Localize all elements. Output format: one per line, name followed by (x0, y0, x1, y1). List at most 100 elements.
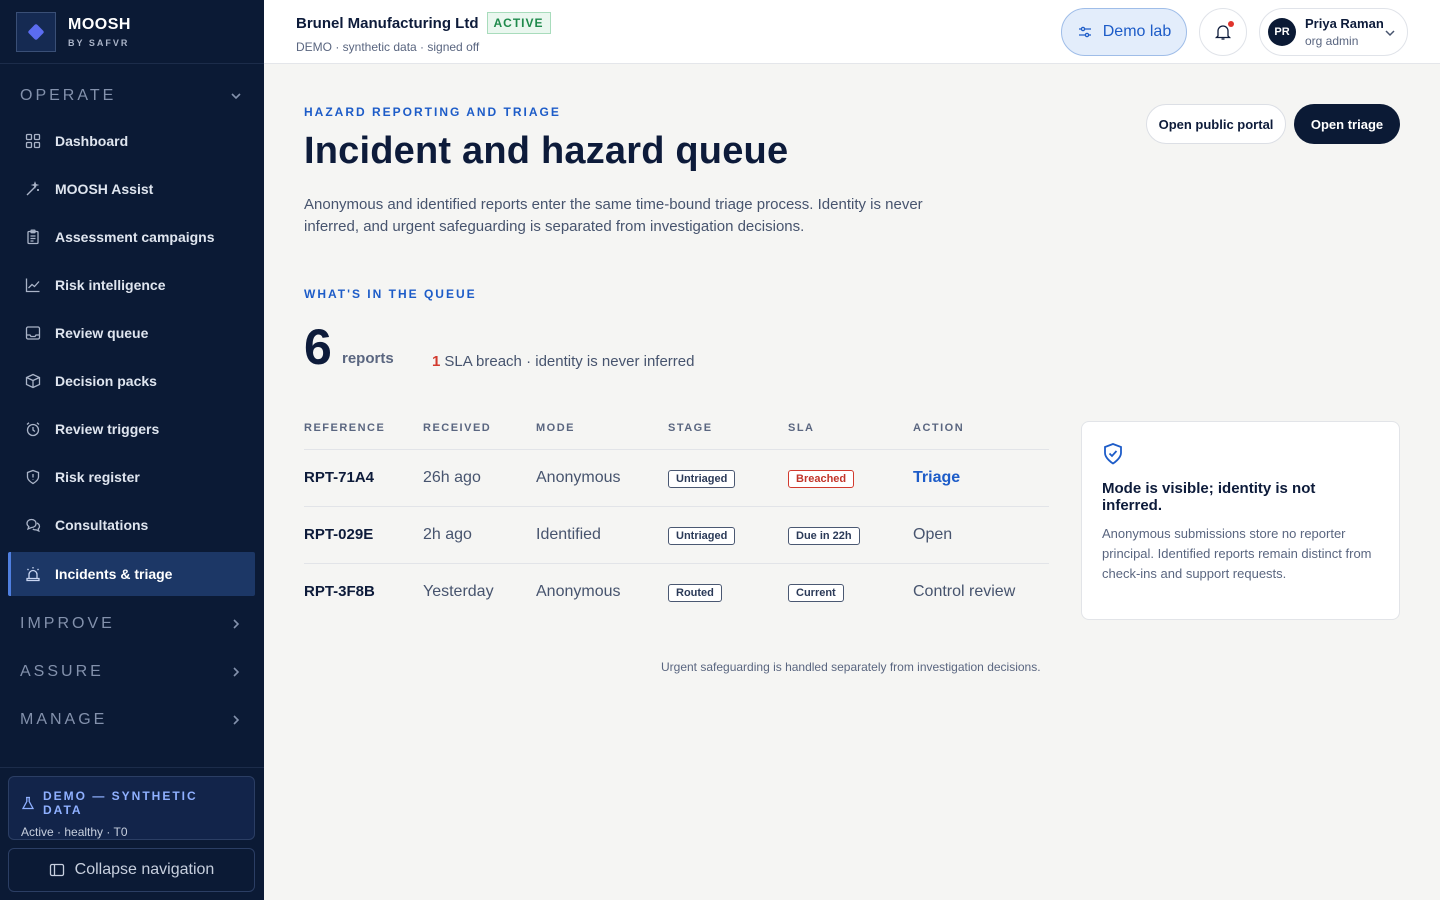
open-link[interactable]: Open (913, 526, 952, 544)
page-description: Anonymous and identified reports enter t… (304, 196, 923, 235)
sidebar-item-label: Consultations (55, 517, 149, 533)
footnote: Urgent safeguarding is handled separatel… (661, 660, 1041, 674)
flask-icon (21, 796, 35, 810)
sidebar-divider (0, 767, 264, 768)
section-improve-label: IMPROVE (20, 615, 115, 632)
row-reference: RPT-3F8B (304, 583, 375, 600)
sidebar-item-label: Dashboard (55, 133, 129, 149)
section-operate-label: OPERATE (20, 87, 117, 104)
avatar: PR (1268, 18, 1296, 46)
wand-icon (24, 180, 42, 198)
top-bar: Brunel Manufacturing Ltd ACTIVE DEMO · s… (264, 0, 1440, 64)
package-icon (24, 372, 42, 390)
sla-badge: Due in 22h (788, 527, 860, 545)
section-assure-label: ASSURE (20, 663, 104, 680)
siren-icon (24, 565, 42, 583)
column-header-reference: REFERENCE (304, 422, 386, 434)
demo-lab-button[interactable]: Demo lab (1061, 8, 1187, 56)
column-header-stage: STAGE (668, 422, 713, 434)
queue-summary: 1 SLA breach · identity is never inferred (432, 353, 694, 370)
inbox-icon (24, 324, 42, 342)
sidebar-item-assessment-campaigns[interactable]: Assessment campaigns (8, 215, 255, 259)
row-received: Yesterday (423, 583, 494, 600)
column-header-received: RECEIVED (423, 422, 492, 434)
open-public-portal-button[interactable]: Open public portal (1146, 104, 1286, 144)
info-card-title: Mode is visible; identity is not inferre… (1102, 480, 1316, 514)
demo-lab-label: Demo lab (1102, 23, 1172, 40)
column-header-action: ACTION (913, 422, 965, 434)
stage-badge: Untriaged (668, 470, 736, 488)
sliders-icon (1077, 24, 1093, 40)
queue-summary-text: SLA breach · identity is never inferred (444, 353, 695, 370)
user-role: org admin (1305, 34, 1359, 48)
row-reference: RPT-029E (304, 526, 374, 543)
section-assure[interactable]: ASSURE (20, 660, 244, 684)
control-review-link[interactable]: Control review (913, 583, 1015, 601)
chevron-down-icon (1383, 26, 1397, 40)
sidebar-item-review-queue[interactable]: Review queue (8, 311, 255, 355)
notification-dot (1228, 21, 1234, 27)
sidebar-item-consultations[interactable]: Consultations (8, 503, 255, 547)
section-operate[interactable]: OPERATE (20, 84, 244, 108)
sla-badge: Breached (788, 470, 855, 488)
sidebar-item-risk-intelligence[interactable]: Risk intelligence (8, 263, 255, 307)
row-mode: Identified (536, 526, 601, 543)
org-name: Brunel Manufacturing Ltd (296, 14, 479, 32)
collapse-navigation-label: Collapse navigation (74, 861, 215, 878)
org-subtitle: DEMO · synthetic data · signed off (296, 40, 480, 54)
sidebar-item-label: Risk register (55, 469, 140, 485)
collapse-navigation-button[interactable]: Collapse navigation (8, 848, 255, 892)
user-menu-button[interactable]: PR Priya Raman org admin (1259, 8, 1408, 56)
sidebar-item-label: Review triggers (55, 421, 160, 437)
triage-link[interactable]: Triage (913, 469, 960, 487)
sla-badge: Current (788, 584, 844, 602)
sidebar: MOOSH BY SAFVR OPERATE Dashboard MOOSH A… (0, 0, 264, 900)
brand-logo (16, 11, 56, 52)
open-triage-button[interactable]: Open triage (1294, 104, 1400, 144)
shield-check-icon (1102, 442, 1379, 466)
page-title: Incident and hazard queue (304, 130, 789, 172)
stage-badge: Routed (668, 584, 722, 602)
grid-icon (24, 132, 42, 150)
info-card-body: Anonymous submissions store no reporter … (1102, 526, 1372, 581)
notifications-button[interactable] (1199, 8, 1247, 56)
sla-breach-count: 1 (432, 353, 441, 370)
chevron-right-icon (228, 712, 244, 728)
sidebar-item-label: Decision packs (55, 373, 157, 389)
info-card: Mode is visible; identity is not inferre… (1081, 421, 1400, 620)
report-count: 6 (304, 319, 332, 375)
sidebar-item-incidents-triage[interactable]: Incidents & triage (8, 552, 255, 596)
sidebar-item-dashboard[interactable]: Dashboard (8, 119, 255, 163)
row-reference: RPT-71A4 (304, 469, 375, 486)
section-manage[interactable]: MANAGE (20, 708, 244, 732)
sidebar-item-label: Incidents & triage (55, 566, 173, 582)
brand-sub: BY SAFVR (68, 37, 130, 48)
chart-line-icon (24, 276, 42, 294)
stage-badge: Untriaged (668, 527, 736, 545)
page-eyebrow: HAZARD REPORTING AND TRIAGE (304, 105, 561, 119)
chat-bubbles-icon (24, 516, 42, 534)
sidebar-item-risk-register[interactable]: Risk register (8, 455, 255, 499)
section-improve[interactable]: IMPROVE (20, 612, 244, 636)
sidebar-item-label: MOOSH Assist (55, 181, 154, 197)
column-header-sla: SLA (788, 422, 815, 434)
column-header-mode: MODE (536, 422, 575, 434)
user-name: Priya Raman (1305, 16, 1384, 31)
sidebar-item-moosh-assist[interactable]: MOOSH Assist (8, 167, 255, 211)
chevron-right-icon (228, 664, 244, 680)
shield-alert-icon (24, 468, 42, 486)
row-mode: Anonymous (536, 469, 621, 486)
org-info: Brunel Manufacturing Ltd ACTIVE DEMO · s… (296, 12, 551, 54)
clipboard-icon (24, 228, 42, 246)
sidebar-item-label: Review queue (55, 325, 149, 341)
brand[interactable]: MOOSH BY SAFVR (0, 0, 264, 64)
row-received: 2h ago (423, 526, 472, 543)
sidebar-item-review-triggers[interactable]: Review triggers (8, 407, 255, 451)
demo-status-box[interactable]: DEMO — SYNTHETIC DATA Active · healthy ·… (8, 776, 255, 840)
queue-eyebrow: WHAT'S IN THE QUEUE (304, 287, 477, 301)
sidebar-item-decision-packs[interactable]: Decision packs (8, 359, 255, 403)
chevron-down-icon (228, 88, 244, 104)
status-badge: ACTIVE (486, 12, 551, 34)
demo-status: Active · healthy · T0 (21, 825, 128, 839)
demo-title: DEMO — SYNTHETIC DATA (43, 789, 198, 817)
